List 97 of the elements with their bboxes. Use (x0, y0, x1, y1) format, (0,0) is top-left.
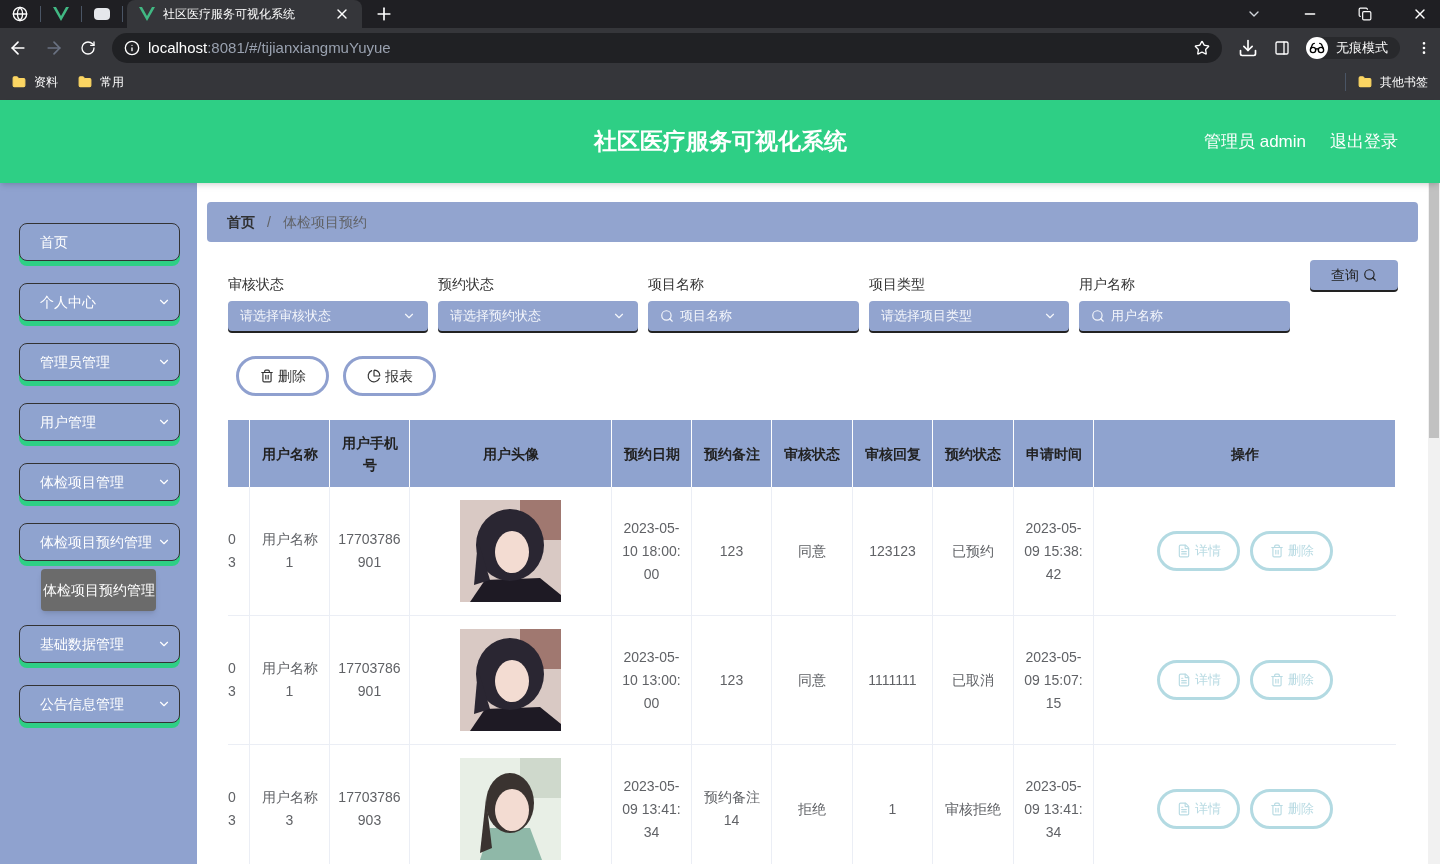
table-cell: 同意 (772, 487, 853, 615)
breadcrumb-item: 体检项目预约 (282, 212, 367, 232)
column-header: 预约状态 (933, 420, 1014, 487)
column-header: 用户头像 (410, 420, 612, 487)
select-field[interactable]: 请选择项目类型 (869, 301, 1069, 331)
submenu-item[interactable]: 体检项目预约管理 (41, 569, 156, 611)
table-cell: 2023-05-09 13:41:34 (1014, 745, 1094, 864)
table-cell: 2023-05-10 18:00:00 (612, 487, 692, 615)
table-cell: 用户名称1 (250, 616, 330, 744)
column-header: 用户名称 (250, 420, 330, 487)
table-cell: 1 (853, 745, 933, 864)
url-path: :8081/#/tijianxiangmuYuyue (207, 37, 391, 58)
table-cell: 预约备注14 (692, 745, 772, 864)
globe-icon (12, 6, 28, 22)
table-cell: 审核拒绝 (933, 745, 1014, 864)
user-label: 管理员 admin (1203, 130, 1306, 153)
table-cell: 2023-05-10 13:00:00 (612, 616, 692, 744)
logout-link[interactable]: 退出登录 (1330, 128, 1398, 155)
url-host: localhost (148, 37, 208, 58)
incognito-icon (1309, 40, 1325, 56)
pie-chart-icon (366, 369, 381, 383)
breadcrumb-separator: / (267, 212, 271, 232)
trash-icon (259, 369, 274, 383)
filter-label: 项目类型 (869, 275, 926, 294)
column-header: 用户手机号 (330, 420, 410, 487)
column-header: 申请时间 (1014, 420, 1094, 487)
v-logo-icon (139, 7, 155, 21)
table-cell: 2023-05-09 15:38:42 (1014, 487, 1094, 615)
column-header: 审核状态 (772, 420, 853, 487)
bookmark-star-icon[interactable] (1194, 40, 1210, 56)
details-button[interactable]: 详情 (1157, 660, 1240, 700)
scrollbar[interactable] (1428, 183, 1440, 864)
bookmark[interactable]: 常用 (78, 73, 124, 91)
table-cell: 2023-05-09 13:41:34 (612, 745, 692, 864)
table-cell: 2023-05-09 15:07:15 (1014, 616, 1094, 744)
trash-icon (1269, 544, 1284, 558)
download-icon[interactable] (1238, 38, 1258, 58)
table-cell: 已取消 (933, 616, 1014, 744)
v-logo-icon (53, 7, 69, 21)
details-button[interactable]: 详情 (1157, 531, 1240, 571)
filter-label: 预约状态 (438, 275, 495, 294)
table-cell: 1111111 (853, 616, 933, 744)
folder-icon (1358, 75, 1372, 89)
filter-label: 项目名称 (648, 275, 705, 294)
select-field[interactable]: 请选择预约状态 (438, 301, 638, 331)
table-cell: 17703786901 (330, 616, 410, 744)
other-bookmarks[interactable]: 其他书签 (1345, 73, 1428, 91)
window-icon (94, 8, 110, 20)
document-icon (1176, 544, 1191, 558)
app-title: 社区医疗服务可视化系统 (593, 127, 847, 157)
table-cell: 拒绝 (772, 745, 853, 864)
search-field[interactable]: 项目名称 (648, 301, 859, 331)
delete-button[interactable]: 删除 (236, 356, 329, 396)
table-cell: 123 (692, 616, 772, 744)
details-button[interactable]: 详情 (1157, 789, 1240, 829)
column-header: 操作 (1094, 420, 1396, 487)
trash-icon (1269, 673, 1284, 687)
table-cell: 123123 (853, 487, 933, 615)
query-button[interactable]: 查询 (1310, 260, 1398, 290)
search-field[interactable]: 用户名称 (1079, 301, 1290, 331)
search-icon (1091, 309, 1105, 323)
table-cell: 0 3 (228, 487, 250, 615)
filter-label: 用户名称 (1079, 275, 1136, 294)
filter-label: 审核状态 (228, 275, 285, 294)
table-cell: 0 3 (228, 616, 250, 744)
info-icon (124, 40, 140, 56)
side-panel-icon[interactable] (1274, 40, 1290, 56)
folder-icon (12, 75, 26, 89)
browser-tab[interactable]: 社区医疗服务可视化系统 (127, 0, 362, 28)
folder-icon (78, 75, 92, 89)
search-icon (1363, 268, 1377, 282)
delete-button[interactable]: 删除 (1250, 531, 1333, 571)
trash-icon (1269, 802, 1284, 816)
table-cell: 用户名称1 (250, 487, 330, 615)
profile-chip[interactable]: 无痕模式 (1306, 37, 1400, 59)
table-cell: 已预约 (933, 487, 1014, 615)
delete-button[interactable]: 删除 (1250, 789, 1333, 829)
delete-button[interactable]: 删除 (1250, 660, 1333, 700)
column-header: 审核回复 (853, 420, 933, 487)
table-cell: 17703786903 (330, 745, 410, 864)
search-icon (660, 309, 674, 323)
restore-icon[interactable] (1358, 7, 1372, 21)
report-button[interactable]: 报表 (343, 356, 436, 396)
table-cell: 用户名称3 (250, 745, 330, 864)
table-cell: 同意 (772, 616, 853, 744)
table-cell: 17703786901 (330, 487, 410, 615)
table-cell: 123 (692, 487, 772, 615)
document-icon (1176, 673, 1191, 687)
document-icon (1176, 802, 1191, 816)
address-field[interactable]: localhost:8081/#/tijianxiangmuYuyue (112, 33, 1222, 63)
reload-icon[interactable] (80, 40, 96, 56)
column-header: 预约备注 (692, 420, 772, 487)
table-cell: 0 3 (228, 745, 250, 864)
breadcrumb-item[interactable]: 首页 (227, 211, 255, 233)
bookmark[interactable]: 资料 (12, 73, 58, 91)
column-header: 预约日期 (612, 420, 692, 487)
select-field[interactable]: 请选择审核状态 (228, 301, 428, 331)
